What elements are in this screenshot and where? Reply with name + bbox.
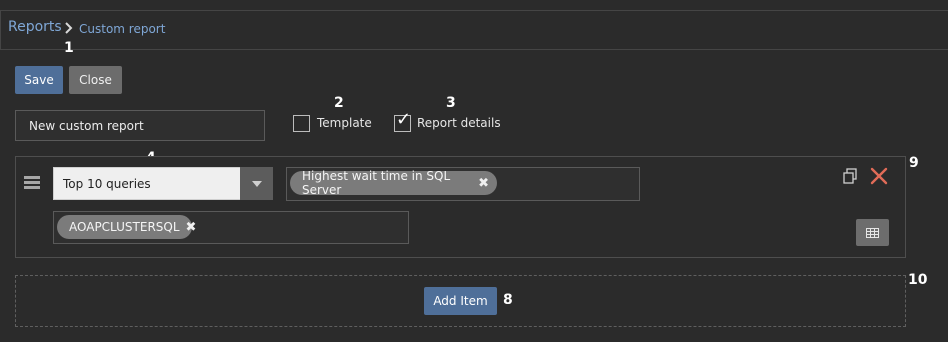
report-name-input[interactable]	[15, 110, 265, 141]
caret-down-icon	[251, 180, 262, 187]
remove-tag-icon[interactable]: ✖	[478, 176, 489, 191]
query-tag: Highest wait time in SQL Server ✖	[290, 169, 497, 197]
dropdown-toggle[interactable]	[240, 167, 273, 200]
report-details-label: Report details	[417, 116, 501, 130]
drag-handle-icon[interactable]	[24, 176, 40, 190]
server-tag-label: AOAPCLUSTERSQL	[69, 220, 180, 234]
callout-1: 1	[64, 40, 74, 56]
close-icon[interactable]	[869, 166, 889, 186]
table-view-button[interactable]	[856, 219, 889, 246]
save-button[interactable]: Save	[15, 66, 63, 94]
chevron-right-icon	[65, 22, 73, 34]
template-label: Template	[317, 116, 372, 130]
server-tag: AOAPCLUSTERSQL ✖	[57, 215, 196, 239]
report-type-value: Top 10 queries	[63, 177, 151, 191]
checkmark-icon: ✓	[396, 109, 412, 130]
template-checkbox[interactable]	[293, 115, 310, 132]
callout-9: 9	[909, 155, 919, 171]
callout-3: 3	[446, 95, 456, 111]
breadcrumb-current: Custom report	[79, 22, 166, 36]
copy-icon[interactable]	[842, 168, 858, 184]
query-tag-label: Highest wait time in SQL Server	[302, 169, 451, 197]
close-button[interactable]: Close	[69, 66, 122, 94]
breadcrumb-reports-link[interactable]: Reports	[8, 19, 62, 35]
remove-tag-icon[interactable]: ✖	[186, 220, 197, 235]
add-item-button[interactable]: Add Item	[424, 287, 497, 315]
table-icon	[866, 227, 879, 238]
callout-2: 2	[334, 95, 344, 111]
callout-10: 10	[908, 272, 928, 288]
